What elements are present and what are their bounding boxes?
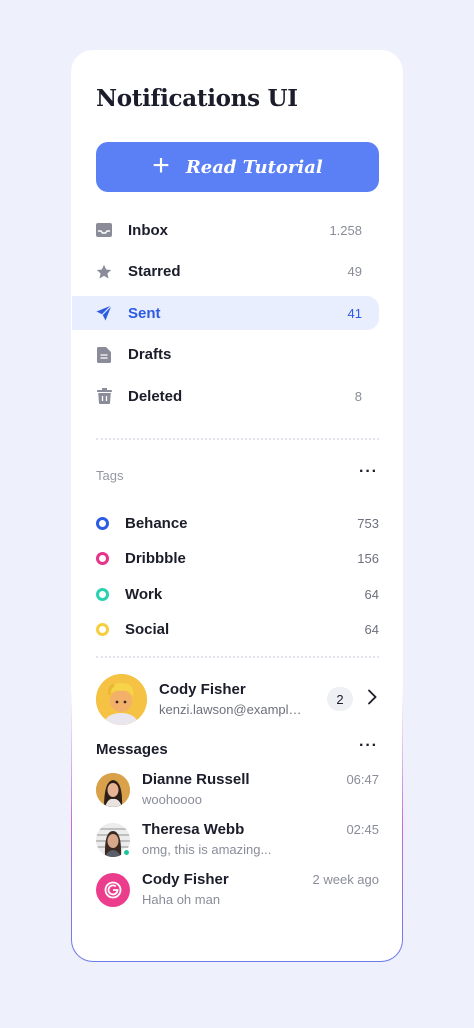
page-title: Notifications UI	[96, 85, 298, 112]
tag-dot	[96, 517, 109, 531]
message-body: Cody Fisher 2 week ago Haha oh man	[142, 871, 379, 907]
avatar	[96, 673, 147, 725]
message-preview: Haha oh man	[142, 892, 221, 907]
divider	[96, 656, 379, 658]
g-logo-icon	[104, 881, 122, 899]
inbox-icon	[96, 222, 112, 238]
message-time: 2 week ago	[312, 872, 380, 887]
tag-behance[interactable]: Behance 753	[96, 506, 379, 541]
nav-item-deleted[interactable]: Deleted 8	[72, 379, 402, 413]
message-body: Dianne Russell 06:47 woohoooo	[142, 771, 379, 807]
read-tutorial-label: Read Tutorial	[185, 156, 323, 178]
online-status-dot	[122, 848, 131, 857]
message-time: 06:47	[346, 772, 379, 787]
nav-item-label: Sent	[128, 304, 161, 322]
tag-dot	[96, 587, 109, 601]
tag-label: Behance	[125, 515, 188, 533]
avatar	[96, 823, 131, 857]
notifications-card: Notifications UI + Read Tutorial Inbox 1…	[72, 51, 402, 961]
tag-dot	[96, 623, 109, 637]
mail-nav: Inbox 1.258 Starred 49 Sent 41 Drafts De…	[72, 213, 402, 421]
message-sender: Dianne Russell	[142, 771, 250, 788]
tag-label: Work	[125, 585, 163, 603]
message-sender: Cody Fisher	[142, 871, 229, 888]
send-icon	[96, 305, 112, 321]
nav-item-count: 49	[347, 264, 362, 279]
tag-social[interactable]: Social 64	[96, 612, 379, 647]
messages-title: Messages	[96, 741, 168, 758]
nav-item-inbox[interactable]: Inbox 1.258	[72, 213, 402, 247]
notifications-card-outline: Notifications UI + Read Tutorial Inbox 1…	[71, 50, 403, 962]
star-icon	[96, 264, 112, 280]
tags-more-button[interactable]: ···	[359, 463, 378, 481]
tag-work[interactable]: Work 64	[96, 577, 379, 612]
nav-item-count: 8	[354, 388, 362, 404]
message-item[interactable]: Cody Fisher 2 week ago Haha oh man	[96, 871, 379, 921]
message-body: Theresa Webb 02:45 omg, this is amazing.…	[142, 821, 379, 857]
message-time: 02:45	[346, 822, 379, 837]
tag-dot	[96, 552, 109, 566]
profile-email: kenzi.lawson@example.com	[159, 702, 307, 717]
nav-item-label: Drafts	[128, 346, 172, 363]
message-item[interactable]: Dianne Russell 06:47 woohoooo	[96, 771, 379, 821]
tag-label: Dribbble	[125, 550, 186, 568]
tag-count: 64	[364, 586, 379, 602]
nav-item-label: Starred	[128, 263, 181, 280]
nav-item-label: Inbox	[128, 221, 168, 239]
chevron-right-icon[interactable]	[367, 688, 379, 711]
document-icon	[96, 346, 112, 363]
profile-name: Cody Fisher	[159, 681, 246, 698]
messages-more-button[interactable]: ···	[359, 737, 378, 755]
tag-count: 64	[364, 622, 379, 638]
unread-badge: 2	[327, 687, 353, 711]
plus-icon: +	[152, 148, 170, 182]
tag-count: 156	[357, 551, 379, 567]
tags-title: Tags	[96, 468, 124, 483]
nav-item-starred[interactable]: Starred 49	[72, 255, 402, 289]
message-item[interactable]: Theresa Webb 02:45 omg, this is amazing.…	[96, 821, 379, 871]
message-sender: Theresa Webb	[142, 821, 245, 838]
profile-row[interactable]: Cody Fisher kenzi.lawson@example.com 2	[96, 673, 379, 725]
nav-item-drafts[interactable]: Drafts	[72, 338, 402, 372]
tags-list: Behance 753 Dribbble 156 Work 64 Social …	[96, 506, 379, 647]
message-preview: omg, this is amazing...	[142, 842, 272, 857]
read-tutorial-button[interactable]: + Read Tutorial	[96, 142, 379, 192]
tag-count: 753	[357, 516, 379, 532]
nav-item-label: Deleted	[128, 387, 183, 405]
profile-info: Cody Fisher kenzi.lawson@example.com	[159, 681, 327, 717]
message-preview: woohoooo	[142, 792, 202, 807]
avatar	[96, 873, 130, 907]
trash-icon	[96, 388, 112, 404]
messages-list: Dianne Russell 06:47 woohoooo Theresa We…	[96, 771, 379, 921]
nav-item-sent[interactable]: Sent 41	[72, 296, 379, 330]
nav-item-count: 1.258	[329, 222, 362, 238]
tag-label: Social	[125, 621, 170, 639]
tag-dribbble[interactable]: Dribbble 156	[96, 541, 379, 576]
avatar	[96, 773, 130, 807]
divider	[96, 438, 379, 440]
nav-item-count: 41	[347, 305, 362, 321]
